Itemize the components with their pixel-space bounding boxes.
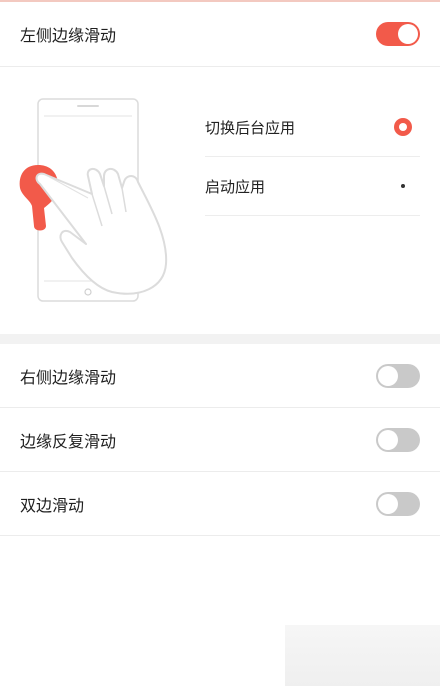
phone-edge-swipe-hand-illustration-icon [19, 98, 168, 302]
option-label: 启动应用 [205, 177, 266, 196]
setting-row-double-edge-swipe[interactable]: 双边滑动 [0, 472, 440, 536]
option-divider [205, 215, 420, 216]
setting-row-left-edge-swipe[interactable]: 左侧边缘滑动 [0, 2, 440, 66]
radio-selected-icon[interactable] [394, 118, 412, 136]
option-launch-app[interactable]: 启动应用 [205, 157, 420, 215]
toggle-knob [398, 24, 418, 44]
option-switch-background-app[interactable]: 切换后台应用 [205, 98, 420, 156]
radio-unselected-icon[interactable] [401, 184, 405, 188]
bottom-corner-overlay [285, 625, 440, 686]
option-label: 切换后台应用 [205, 118, 296, 137]
section-separator [0, 334, 440, 344]
toggle-knob [378, 366, 398, 386]
setting-row-right-edge-swipe[interactable]: 右侧边缘滑动 [0, 344, 440, 408]
edge-repeat-swipe-label: 边缘反复滑动 [20, 432, 117, 451]
toggle-knob [378, 494, 398, 514]
setting-row-edge-repeat-swipe[interactable]: 边缘反复滑动 [0, 408, 440, 472]
left-edge-swipe-label: 左侧边缘滑动 [20, 26, 117, 45]
left-edge-swipe-toggle[interactable] [376, 22, 420, 46]
double-edge-swipe-label: 双边滑动 [20, 496, 85, 515]
double-edge-swipe-toggle[interactable] [376, 492, 420, 516]
right-edge-swipe-label: 右侧边缘滑动 [20, 368, 117, 387]
edge-repeat-swipe-toggle[interactable] [376, 428, 420, 452]
toggle-knob [378, 430, 398, 450]
right-edge-swipe-toggle[interactable] [376, 364, 420, 388]
divider [0, 535, 440, 536]
